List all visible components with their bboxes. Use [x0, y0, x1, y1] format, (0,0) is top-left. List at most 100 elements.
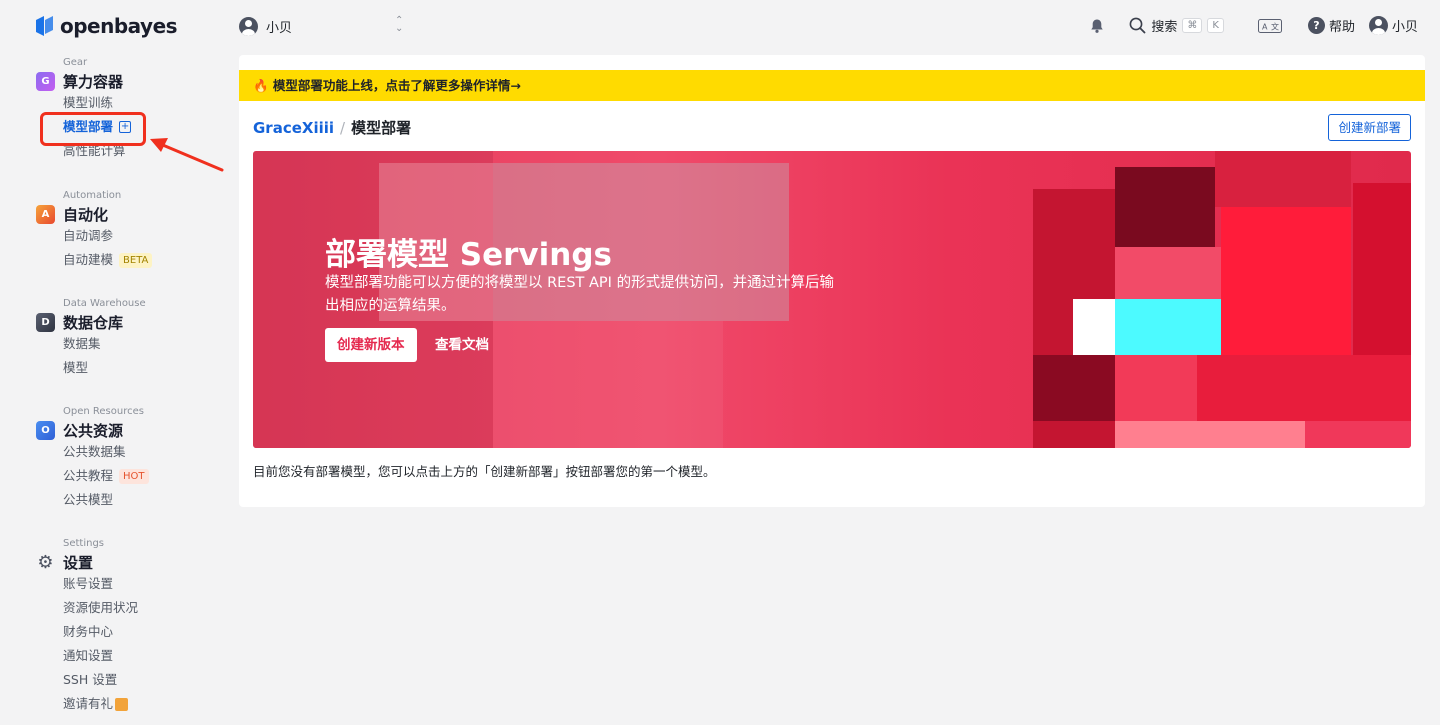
item-label: 公共数据集: [63, 444, 126, 459]
group-en-label: Settings: [63, 538, 105, 549]
arrow-annotation-icon: [150, 138, 224, 172]
banner-decor: [1073, 299, 1115, 355]
banner-decor: [1215, 151, 1351, 207]
breadcrumb-separator: /: [340, 118, 346, 137]
breadcrumb: GraceXiiii / 模型部署: [253, 117, 411, 138]
sidebar-item-public-datasets[interactable]: 公共数据集: [63, 440, 216, 464]
openbayes-logo-icon: [36, 16, 53, 36]
logo-text: openbayes: [60, 14, 178, 38]
search-trigger[interactable]: 搜索 ⌘ K: [1129, 16, 1224, 35]
kbd-cmd: ⌘: [1182, 18, 1203, 33]
gear-icon: ⚙: [37, 551, 54, 573]
banner-decor: [493, 321, 723, 448]
org-switcher[interactable]: 小贝: [239, 17, 292, 36]
sidebar-item-ssh-settings[interactable]: SSH 设置: [63, 668, 216, 692]
sidebar-item-public-tutorials[interactable]: 公共教程 HOT: [63, 464, 216, 488]
hot-badge: HOT: [119, 468, 149, 484]
sidebar-item-account-settings[interactable]: 账号设置: [63, 572, 216, 596]
beta-badge: BETA: [119, 252, 153, 268]
gift-icon: [115, 697, 129, 711]
logo[interactable]: openbayes: [36, 14, 178, 38]
help-button[interactable]: ? 帮助: [1307, 16, 1355, 35]
translate-icon[interactable]: A 文: [1257, 18, 1282, 34]
sidebar: openbayes Gear G 算力容器 模型训练 模型部署 + 高性能计算 A…: [0, 0, 225, 725]
sidebar-item-datasets[interactable]: 数据集: [63, 332, 216, 356]
banner-decor: [1033, 355, 1115, 421]
bell-icon[interactable]: [1089, 18, 1105, 34]
open-resources-group-icon: O: [36, 420, 55, 440]
breadcrumb-owner-link[interactable]: GraceXiiii: [253, 119, 334, 137]
item-label: 邀请有礼: [63, 696, 114, 711]
group-en-label: Open Resources: [63, 406, 144, 417]
sidebar-item-invite[interactable]: 邀请有礼: [63, 692, 216, 716]
create-deployment-button[interactable]: 创建新部署: [1328, 114, 1411, 141]
group-en-label: Data Warehouse: [63, 298, 146, 309]
group-label: 公共资源: [63, 421, 124, 440]
item-label: 模型: [63, 360, 89, 375]
sidebar-item-billing[interactable]: 财务中心: [63, 620, 216, 644]
sidebar-group-automation: Automation A 自动化 自动调参 自动建模 BETA: [36, 190, 216, 272]
group-title[interactable]: D 数据仓库: [36, 312, 216, 332]
sidebar-item-auto-tuning[interactable]: 自动调参: [63, 224, 216, 248]
create-version-button[interactable]: 创建新版本: [325, 328, 417, 362]
group-label: 数据仓库: [63, 313, 124, 332]
group-label: 设置: [63, 553, 94, 572]
sidebar-item-notifications[interactable]: 通知设置: [63, 644, 216, 668]
group-title[interactable]: G 算力容器: [36, 71, 216, 91]
banner-title: 部署模型 Servings: [325, 237, 612, 273]
banner-decor: [1353, 183, 1411, 355]
banner-decor: [1221, 207, 1351, 355]
database-group-icon: D: [36, 312, 55, 332]
chevron-up-down-icon[interactable]: ⌃ ⌄: [395, 16, 403, 34]
user-avatar-icon: [1368, 16, 1388, 35]
automation-group-icon: A: [36, 204, 55, 224]
sidebar-item-public-models[interactable]: 公共模型: [63, 488, 216, 512]
group-label: 算力容器: [63, 72, 124, 91]
banner-decor: [1197, 355, 1411, 421]
sidebar-group-settings: Settings ⚙ 设置 账号设置 资源使用状况 财务中心 通知设置 SSH …: [36, 538, 216, 716]
sidebar-item-auto-ml[interactable]: 自动建模 BETA: [63, 248, 216, 272]
gear-group-icon: G: [36, 71, 55, 91]
item-label: 通知设置: [63, 648, 114, 663]
banner-decor: [1305, 421, 1411, 448]
group-title[interactable]: A 自动化: [36, 204, 216, 224]
banner-decor: [1115, 167, 1215, 247]
group-label: 自动化: [63, 205, 109, 224]
help-label: 帮助: [1328, 20, 1355, 35]
sidebar-item-resource-usage[interactable]: 资源使用状况: [63, 596, 216, 620]
banner-decor: [1115, 247, 1221, 299]
empty-state-text: 目前您没有部署模型，您可以点击上方的「创建新部署」按钮部署您的第一个模型。: [253, 464, 716, 479]
search-icon: [1129, 17, 1146, 34]
banner-description: 模型部署功能可以方便的将模型以 REST API 的形式提供访问，并通过计算后输…: [325, 275, 835, 314]
org-avatar-icon: [239, 17, 258, 36]
banner-decor: [1115, 421, 1305, 448]
kbd-k: K: [1207, 18, 1224, 33]
user-name: 小贝: [1391, 20, 1418, 35]
help-icon: ?: [1307, 17, 1325, 34]
main-card: 🔥 模型部署功能上线，点击了解更多操作详情→ GraceXiiii / 模型部署…: [239, 55, 1425, 507]
group-en-label: Automation: [63, 190, 122, 201]
item-label: SSH 设置: [63, 672, 118, 687]
hero-banner: 部署模型 Servings 模型部署功能可以方便的将模型以 REST API 的…: [253, 151, 1411, 448]
banner-decor: [1115, 355, 1197, 421]
item-label: 数据集: [63, 336, 101, 351]
group-title[interactable]: ⚙ 设置: [36, 551, 216, 573]
view-docs-link[interactable]: 查看文档: [435, 328, 489, 362]
svg-text:文: 文: [1271, 21, 1279, 31]
group-title[interactable]: O 公共资源: [36, 420, 216, 440]
top-bar: 小贝 ⌃ ⌄ 搜索 ⌘ K A 文 ? 帮助 小贝: [225, 0, 1440, 55]
user-menu[interactable]: 小贝: [1368, 16, 1418, 35]
sidebar-group-data-warehouse: Data Warehouse D 数据仓库 数据集 模型: [36, 298, 216, 380]
search-label: 搜索: [1151, 20, 1178, 35]
item-label: 资源使用状况: [63, 600, 139, 615]
svg-text:A: A: [1262, 22, 1268, 31]
group-en-label: Gear: [63, 57, 88, 68]
highlight-annotation-box: [40, 112, 146, 146]
announcement-bar[interactable]: 🔥 模型部署功能上线，点击了解更多操作详情→: [239, 70, 1425, 101]
item-label: 公共教程: [63, 468, 114, 483]
header-tools: 搜索 ⌘ K A 文 ? 帮助 小贝: [1089, 16, 1418, 35]
item-label: 自动调参: [63, 228, 114, 243]
sidebar-item-models[interactable]: 模型: [63, 356, 216, 380]
sidebar-group-open-resources: Open Resources O 公共资源 公共数据集 公共教程 HOT 公共模型: [36, 406, 216, 512]
item-label: 财务中心: [63, 624, 114, 639]
